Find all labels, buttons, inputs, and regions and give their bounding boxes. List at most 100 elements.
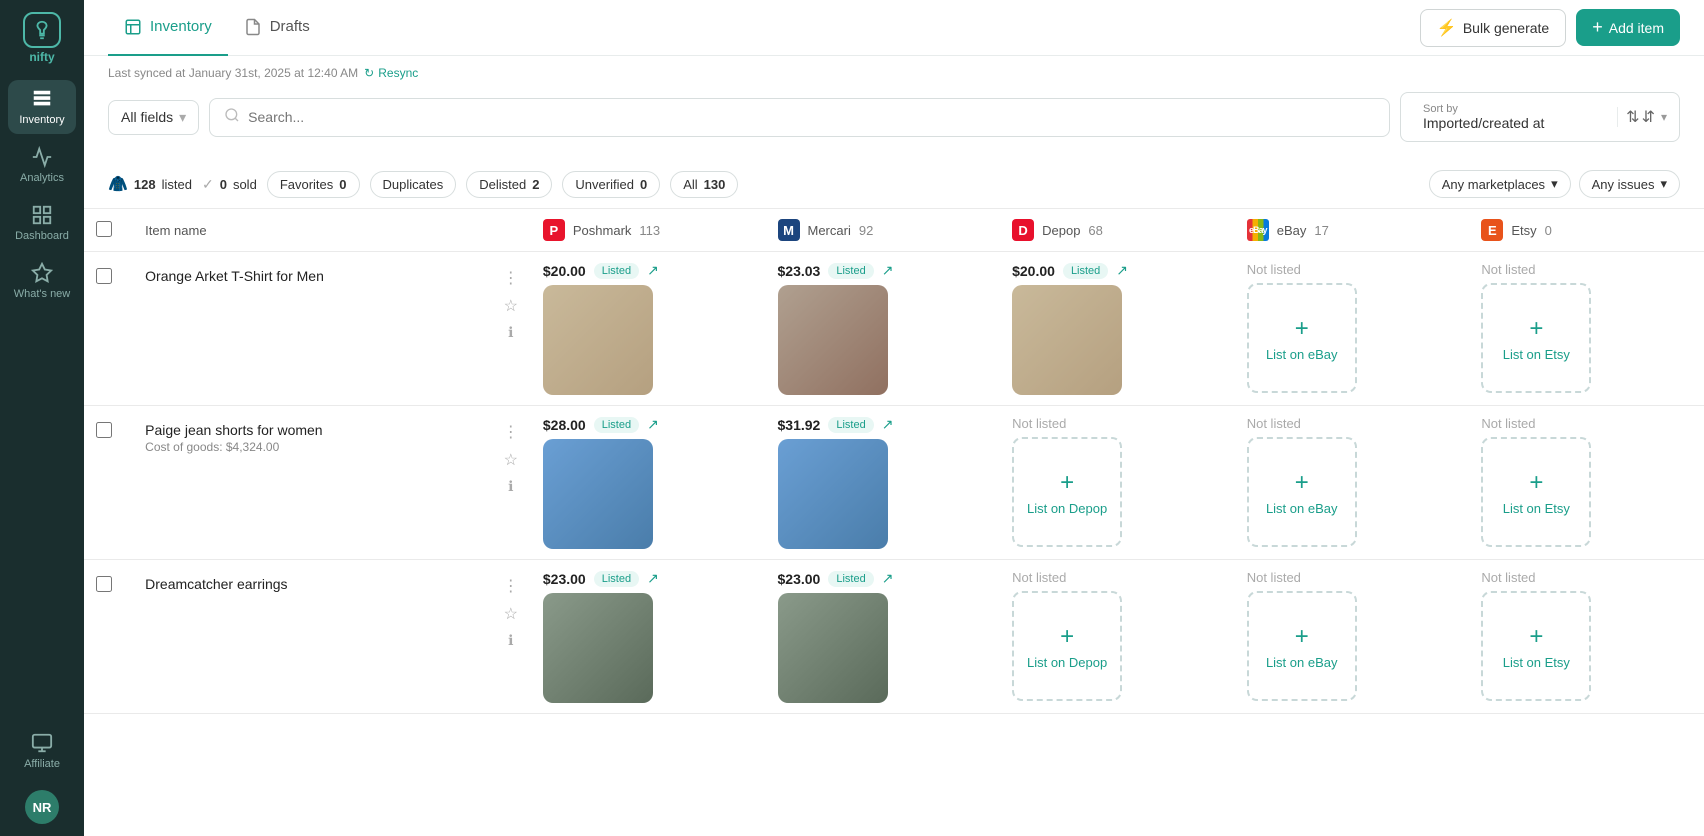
resync-button[interactable]: ↻ Resync	[364, 66, 418, 80]
add-item-button[interactable]: + Add item	[1576, 9, 1680, 46]
sold-stat: ✓ 0 sold	[202, 176, 257, 193]
chevron-down-icon: ▾	[1551, 176, 1558, 192]
search-icon	[224, 107, 240, 128]
not-listed-label: Not listed	[1012, 570, 1223, 585]
star-icon[interactable]: ☆	[504, 450, 518, 470]
resync-icon: ↻	[364, 66, 374, 80]
not-listed-label: Not listed	[1247, 570, 1458, 585]
avatar[interactable]: NR	[25, 790, 59, 824]
ebay-logo: eBay	[1247, 219, 1269, 241]
info-icon[interactable]: ℹ	[508, 632, 513, 649]
plus-icon: +	[1295, 315, 1309, 343]
row-checkbox-cell	[84, 406, 133, 560]
sidebar-item-whats-new[interactable]: What's new	[8, 254, 76, 308]
sort-desc-button[interactable]: ⇵	[1642, 107, 1655, 127]
marketplace-filter-button[interactable]: Any marketplaces ▾	[1429, 170, 1571, 198]
tab-inventory[interactable]: Inventory	[108, 0, 228, 56]
bolt-icon: ⚡	[1437, 18, 1457, 38]
row-checkbox[interactable]	[96, 576, 112, 592]
row-checkbox-cell	[84, 252, 133, 406]
sort-box: Sort by Imported/created at ⇅ ⇵ ▾	[1400, 92, 1680, 142]
list-on-ebay-button[interactable]: + List on eBay	[1247, 283, 1357, 393]
market-cell-poshmark: $20.00 Listed ↗	[531, 252, 766, 406]
market-cell-depop: Not listed + List on Depop	[1000, 406, 1235, 560]
market-cell-ebay: Not listed + List on eBay	[1235, 560, 1470, 714]
more-icon[interactable]: ⋮	[503, 576, 519, 596]
list-card-label: List on eBay	[1266, 347, 1338, 362]
external-link-icon[interactable]: ↗	[882, 262, 894, 279]
list-on-etsy-button[interactable]: + List on Etsy	[1481, 283, 1591, 393]
sidebar-item-analytics[interactable]: Analytics	[8, 138, 76, 192]
listed-badge: Listed	[1063, 263, 1108, 279]
more-icon[interactable]: ⋮	[503, 268, 519, 288]
all-label: All	[683, 177, 697, 192]
filter-unverified[interactable]: Unverified 0	[562, 171, 660, 198]
logo: nifty	[16, 12, 68, 64]
sidebar-item-affiliate[interactable]: Affiliate	[8, 724, 76, 778]
external-link-icon[interactable]: ↗	[647, 416, 659, 433]
external-link-icon[interactable]: ↗	[1116, 262, 1128, 279]
duplicates-label: Duplicates	[383, 177, 444, 192]
bulk-generate-button[interactable]: ⚡ Bulk generate	[1420, 9, 1566, 47]
list-on-etsy-button[interactable]: + List on Etsy	[1481, 591, 1591, 701]
not-listed-label: Not listed	[1247, 262, 1458, 277]
list-card-label: List on Etsy	[1503, 347, 1570, 362]
filter-select[interactable]: All fields ▾	[108, 100, 199, 135]
plus-icon: +	[1060, 469, 1074, 497]
issues-filter-button[interactable]: Any issues ▾	[1579, 170, 1680, 198]
unverified-label: Unverified	[575, 177, 634, 192]
listed-badge: Listed	[828, 571, 873, 587]
filter-duplicates[interactable]: Duplicates	[370, 171, 457, 198]
list-on-ebay-button[interactable]: + List on eBay	[1247, 437, 1357, 547]
list-on-etsy-button[interactable]: + List on Etsy	[1481, 437, 1591, 547]
filter-favorites[interactable]: Favorites 0	[267, 171, 360, 198]
chevron-down-icon: ▾	[1660, 176, 1667, 192]
tab-drafts[interactable]: Drafts	[228, 0, 326, 56]
select-all-checkbox[interactable]	[96, 221, 112, 237]
external-link-icon[interactable]: ↗	[882, 416, 894, 433]
list-on-depop-button[interactable]: + List on Depop	[1012, 437, 1122, 547]
market-cell-ebay: Not listed + List on eBay	[1235, 252, 1470, 406]
star-icon[interactable]: ☆	[504, 604, 518, 624]
row-checkbox[interactable]	[96, 422, 112, 438]
inventory-table: Item name P Poshmark 113 M Mercari	[84, 209, 1704, 714]
plus-icon: +	[1529, 623, 1543, 651]
sort-dropdown-button[interactable]: ▾	[1657, 110, 1671, 124]
search-input[interactable]	[248, 109, 1375, 125]
item-name-cell: Paige jean shorts for women Cost of good…	[133, 406, 491, 560]
list-on-ebay-button[interactable]: + List on eBay	[1247, 591, 1357, 701]
info-icon[interactable]: ℹ	[508, 478, 513, 495]
sidebar-item-dashboard[interactable]: Dashboard	[8, 196, 76, 250]
market-price-row: $20.00 Listed ↗	[1012, 262, 1223, 279]
info-icon[interactable]: ℹ	[508, 324, 513, 341]
sidebar-item-inventory[interactable]: Inventory	[8, 80, 76, 134]
filter-delisted[interactable]: Delisted 2	[466, 171, 552, 198]
external-link-icon[interactable]: ↗	[882, 570, 894, 587]
main-area: Inventory Drafts ⚡ Bulk generate + Add i…	[84, 0, 1704, 836]
item-name-cell: Orange Arket T-Shirt for Men	[133, 252, 491, 406]
star-icon[interactable]: ☆	[504, 296, 518, 316]
external-link-icon[interactable]: ↗	[647, 262, 659, 279]
market-cell-mercari: $23.00 Listed ↗	[766, 560, 1001, 714]
th-actions	[491, 209, 531, 252]
plus-icon: +	[1529, 469, 1543, 497]
row-actions-cell: ⋮ ☆ ℹ	[491, 252, 531, 406]
list-card-label: List on eBay	[1266, 501, 1338, 516]
filter-all[interactable]: All 130	[670, 171, 738, 198]
product-image	[778, 285, 888, 395]
external-link-icon[interactable]: ↗	[647, 570, 659, 587]
check-icon: ✓	[202, 176, 214, 193]
market-price-row: $28.00 Listed ↗	[543, 416, 754, 433]
plus-icon: +	[1295, 469, 1309, 497]
list-on-depop-button[interactable]: + List on Depop	[1012, 591, 1122, 701]
listed-badge: Listed	[828, 263, 873, 279]
price: $23.03	[778, 263, 821, 279]
product-image	[543, 439, 653, 549]
th-mercari: M Mercari 92	[766, 209, 1001, 252]
row-checkbox[interactable]	[96, 268, 112, 284]
listed-badge: Listed	[828, 417, 873, 433]
sort-asc-button[interactable]: ⇅	[1626, 107, 1639, 127]
more-icon[interactable]: ⋮	[503, 422, 519, 442]
market-price-row: $20.00 Listed ↗	[543, 262, 754, 279]
sidebar-item-dashboard-label: Dashboard	[15, 230, 69, 242]
